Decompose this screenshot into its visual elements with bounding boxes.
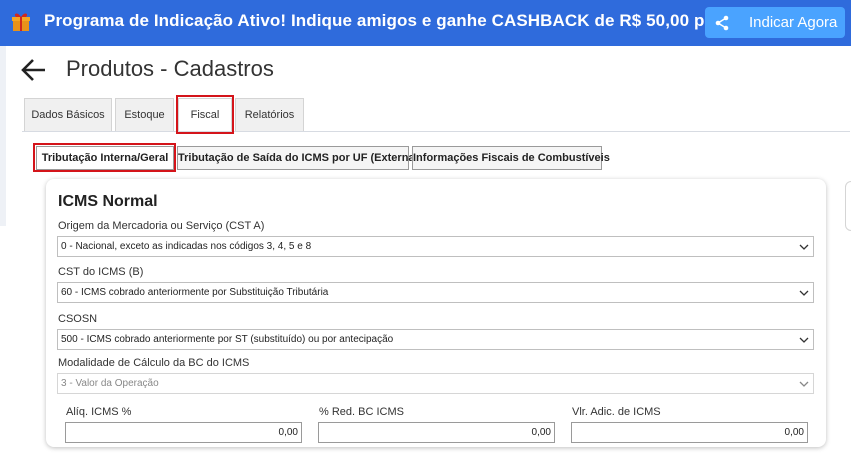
origem-select[interactable]: 0 - Nacional, exceto as indicadas nos có… <box>57 236 814 257</box>
indicar-agora-button[interactable]: Indicar Agora <box>705 7 845 38</box>
tabs-divider <box>22 131 850 132</box>
vlr-adic-input[interactable]: 0,00 <box>571 422 808 443</box>
chevron-down-icon <box>799 244 809 250</box>
fiscal-tab-highlight <box>176 95 234 134</box>
modalidade-value: 3 - Valor da Operação <box>61 378 159 389</box>
subtab-highlight <box>33 143 176 172</box>
tab-estoque[interactable]: Estoque <box>115 98 174 131</box>
chevron-down-icon <box>799 381 809 387</box>
red-bc-value: 0,00 <box>531 427 551 438</box>
red-bc-input[interactable]: 0,00 <box>318 422 555 443</box>
cst-value: 60 - ICMS cobrado anteriormente por Subs… <box>61 287 329 298</box>
subtab-tributacao-saida-uf[interactable]: Tributação de Saída do ICMS por UF (Exte… <box>177 146 418 170</box>
banner-text: Programa de Indicação Ativo! Indique ami… <box>44 11 792 30</box>
side-panel-edge <box>845 181 851 231</box>
aliq-value: 0,00 <box>278 427 298 438</box>
section-title: ICMS Normal <box>58 193 158 210</box>
cst-label: CST do ICMS (B) <box>58 266 144 278</box>
vlr-adic-label: Vlr. Adic. de ICMS <box>572 406 661 418</box>
aliq-input[interactable]: 0,00 <box>65 422 302 443</box>
cst-select[interactable]: 60 - ICMS cobrado anteriormente por Subs… <box>57 282 814 303</box>
chevron-down-icon <box>799 290 809 296</box>
origem-value: 0 - Nacional, exceto as indicadas nos có… <box>61 241 312 252</box>
share-icon <box>715 15 729 31</box>
arrow-left-icon[interactable] <box>20 57 48 83</box>
gift-icon <box>12 13 30 31</box>
tab-relatorios[interactable]: Relatórios <box>235 98 304 131</box>
subtab-combustiveis[interactable]: Informações Fiscais de Combustíveis <box>412 146 610 170</box>
csosn-value: 500 - ICMS cobrado anteriormente por ST … <box>61 334 394 345</box>
indicar-agora-label: Indicar Agora <box>749 14 838 31</box>
origem-label: Origem da Mercadoria ou Serviço (CST A) <box>58 220 265 232</box>
page-title: Produtos - Cadastros <box>66 56 274 81</box>
tab-dados-basicos[interactable]: Dados Básicos <box>24 98 112 131</box>
modalidade-select[interactable]: 3 - Valor da Operação <box>57 373 814 394</box>
referral-banner: Programa de Indicação Ativo! Indique ami… <box>0 0 851 46</box>
chevron-down-icon <box>799 337 809 343</box>
modalidade-label: Modalidade de Cálculo da BC do ICMS <box>58 357 250 369</box>
sidebar-edge <box>0 46 6 226</box>
csosn-label: CSOSN <box>58 313 98 325</box>
aliq-label: Alíq. ICMS % <box>66 406 132 418</box>
vlr-adic-value: 0,00 <box>784 427 804 438</box>
csosn-select[interactable]: 500 - ICMS cobrado anteriormente por ST … <box>57 329 814 350</box>
red-bc-label: % Red. BC ICMS <box>319 406 404 418</box>
